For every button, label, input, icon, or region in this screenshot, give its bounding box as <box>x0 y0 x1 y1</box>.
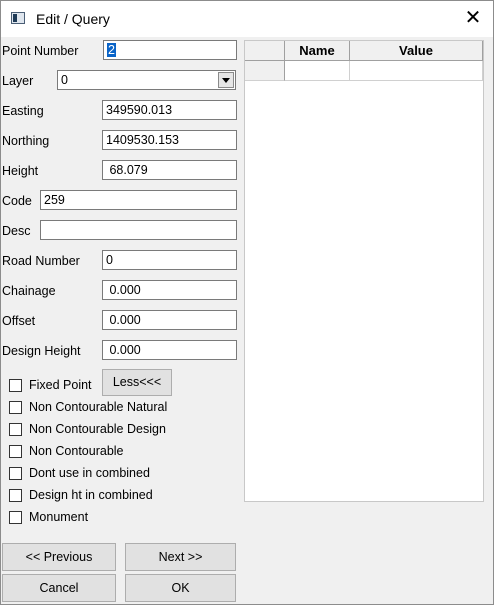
monument-label: Monument <box>29 510 89 524</box>
window-title: Edit / Query <box>36 11 110 27</box>
road-number-label: Road Number <box>2 254 80 268</box>
code-input[interactable]: 259 <box>40 190 237 210</box>
design-height-label: Design Height <box>2 344 81 358</box>
fixed-point-checkbox[interactable] <box>9 379 22 392</box>
app-window-icon <box>11 12 25 24</box>
ok-button[interactable]: OK <box>125 574 236 602</box>
row-header-cell[interactable] <box>245 61 285 81</box>
northing-input[interactable]: 1409530.153 <box>102 130 237 150</box>
layer-select[interactable]: 0 <box>57 70 236 90</box>
edit-query-dialog: Edit / Query ✕ Point Number 2 Layer 0 Ea… <box>0 0 494 605</box>
previous-button[interactable]: << Previous <box>2 543 116 571</box>
non-contourable-checkbox[interactable] <box>9 445 22 458</box>
design-ht-in-combined-checkbox[interactable] <box>9 489 22 502</box>
northing-label: Northing <box>2 134 50 148</box>
non-contourable-label: Non Contourable <box>29 444 124 458</box>
value-column-header[interactable]: Value <box>350 41 483 61</box>
design-height-input[interactable]: 0.000 <box>102 340 237 360</box>
non-contourable-design-label: Non Contourable Design <box>29 422 166 436</box>
non-contourable-natural-label: Non Contourable Natural <box>29 400 168 414</box>
point-number-label: Point Number <box>2 44 79 58</box>
chevron-down-icon[interactable] <box>218 72 234 88</box>
next-button[interactable]: Next >> <box>125 543 236 571</box>
point-number-input[interactable]: 2 <box>103 40 237 60</box>
name-column-header[interactable]: Name <box>285 41 350 61</box>
offset-label: Offset <box>2 314 36 328</box>
attribute-grid[interactable]: Name Value <box>244 40 484 502</box>
less-button[interactable]: Less<<< <box>102 369 172 396</box>
dont-use-in-combined-checkbox[interactable] <box>9 467 22 480</box>
value-cell[interactable] <box>350 61 483 81</box>
cancel-button[interactable]: Cancel <box>2 574 116 602</box>
name-cell[interactable] <box>285 61 350 81</box>
title-bar: Edit / Query ✕ <box>1 1 493 37</box>
fixed-point-label: Fixed Point <box>29 378 92 392</box>
layer-label: Layer <box>2 74 34 88</box>
height-input[interactable]: 68.079 <box>102 160 237 180</box>
grid-corner-header <box>245 41 285 61</box>
easting-label: Easting <box>2 104 44 118</box>
easting-input[interactable]: 349590.013 <box>102 100 237 120</box>
chainage-label: Chainage <box>2 284 56 298</box>
monument-checkbox[interactable] <box>9 511 22 524</box>
desc-label: Desc <box>2 224 31 238</box>
chainage-input[interactable]: 0.000 <box>102 280 237 300</box>
layer-value: 0 <box>61 73 68 87</box>
point-number-value: 2 <box>107 43 116 57</box>
height-label: Height <box>2 164 39 178</box>
non-contourable-design-checkbox[interactable] <box>9 423 22 436</box>
offset-input[interactable]: 0.000 <box>102 310 237 330</box>
code-label: Code <box>2 194 32 208</box>
desc-input[interactable] <box>40 220 237 240</box>
non-contourable-natural-checkbox[interactable] <box>9 401 22 414</box>
dont-use-in-combined-label: Dont use in combined <box>29 466 150 480</box>
design-ht-in-combined-label: Design ht in combined <box>29 488 153 502</box>
road-number-input[interactable]: 0 <box>102 250 237 270</box>
close-icon[interactable]: ✕ <box>462 7 484 29</box>
